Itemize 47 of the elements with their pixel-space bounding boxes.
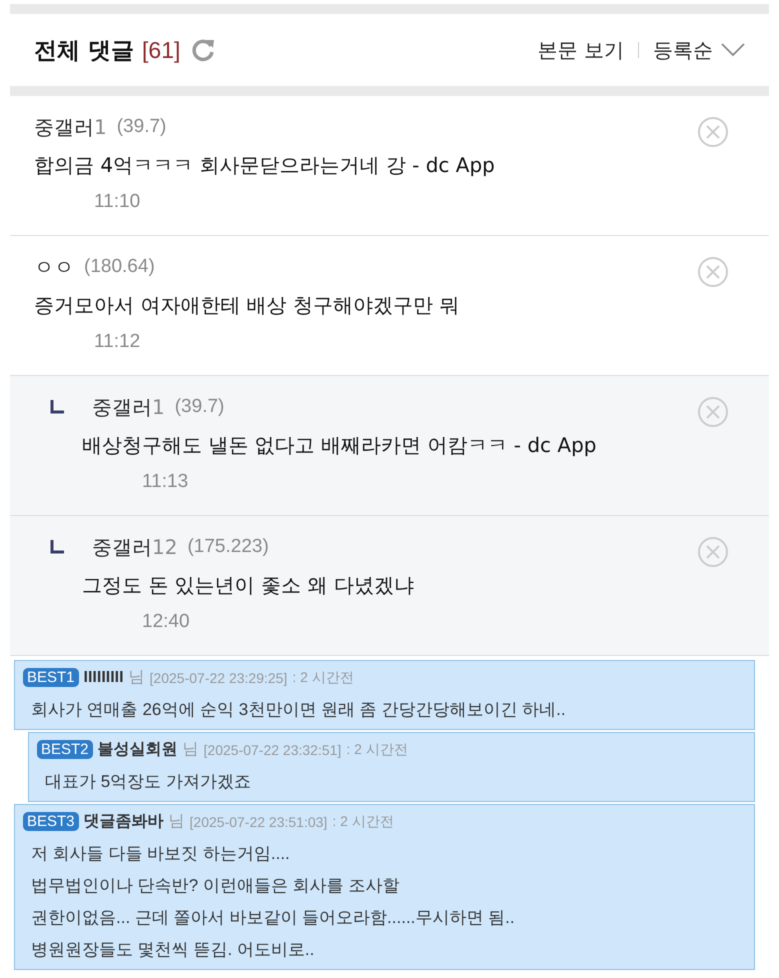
comment-text: 병원원장들도 몇천씩 뜯김. 어도비로.. xyxy=(31,939,316,961)
comment-text: 그정도 돈 있는년이 좇소 왜 다녔겠냐 xyxy=(82,572,415,599)
comment-count: [61] xyxy=(142,36,180,64)
ip-address: (180.64) xyxy=(84,256,155,278)
nickname[interactable]: ㅇㅇ xyxy=(34,254,74,280)
delete-icon[interactable] xyxy=(697,536,729,568)
comment-date: [2025-07-22 23:32:51] xyxy=(204,742,342,758)
comment-text: 회사가 연매출 26억에 순익 3천만이면 원래 좀 간당간당해보이긴 하네.. xyxy=(31,699,567,721)
nickname[interactable]: 중갤러 12 xyxy=(92,534,178,560)
comment-text: 저 회사들 다들 바보짓 하는거임.... xyxy=(31,843,291,865)
nickname[interactable]: 댓글좀봐바 xyxy=(84,811,164,832)
nickname[interactable]: IIIIIIIII xyxy=(84,668,124,686)
comment-text: 배상청구해도 낼돈 없다고 배째라카면 어캄ㅋㅋ - dc App xyxy=(82,432,598,459)
time-ago: : 2 시간전 xyxy=(292,668,354,686)
sort-dropdown[interactable]: 등록순 xyxy=(653,36,745,64)
honorific: 님 xyxy=(128,668,145,688)
delete-icon[interactable] xyxy=(697,396,729,428)
ip-address: (175.223) xyxy=(187,536,269,558)
nickname[interactable]: 중갤러 1 xyxy=(92,394,165,420)
best-badge: BEST1 xyxy=(23,668,79,687)
time-ago: : 2 시간전 xyxy=(346,740,408,758)
comment-date: [2025-07-22 23:29:25] xyxy=(150,670,288,686)
comment-time: 11:12 xyxy=(94,331,142,353)
comments-title: 전체 댓글 xyxy=(34,36,134,66)
view-post-link[interactable]: 본문 보기 xyxy=(538,36,624,64)
honorific: 님 xyxy=(168,812,185,832)
ip-address: (39.7) xyxy=(174,396,224,418)
comment-text: 권한이없음... 근데 쫄아서 바보같이 들어오라함......무시하면 됨.. xyxy=(31,907,516,929)
comment-time: 11:10 xyxy=(94,191,142,213)
comment-date: [2025-07-22 23:51:03] xyxy=(190,814,328,830)
comment-text: 증거모아서 여자애한테 배상 청구해야겠구만 뭐 xyxy=(34,292,460,319)
honorific: 님 xyxy=(182,740,199,760)
nickname[interactable]: 불성실회원 xyxy=(98,739,178,760)
nickname[interactable]: 중갤러 1 xyxy=(34,114,107,140)
comment-time: 11:13 xyxy=(142,471,190,493)
delete-icon[interactable] xyxy=(697,256,729,288)
comment-text: 법무법인이나 단속반? 이런애들은 회사를 조사할 xyxy=(31,875,400,897)
best-badge: BEST3 xyxy=(23,812,79,831)
chevron-icon xyxy=(721,43,745,57)
ip-address: (39.7) xyxy=(116,116,166,138)
delete-icon[interactable] xyxy=(697,116,729,148)
refresh-icon[interactable] xyxy=(190,37,216,63)
best-badge: BEST2 xyxy=(37,740,93,759)
comment-text: 대표가 5억장도 가져가겠죠 xyxy=(45,771,252,793)
comment-text: 합의금 4억ㅋㅋㅋ 회사문닫으라는거네 강 - dc App xyxy=(34,152,496,179)
time-ago: : 2 시간전 xyxy=(332,812,394,830)
comment-time: 12:40 xyxy=(142,611,191,633)
